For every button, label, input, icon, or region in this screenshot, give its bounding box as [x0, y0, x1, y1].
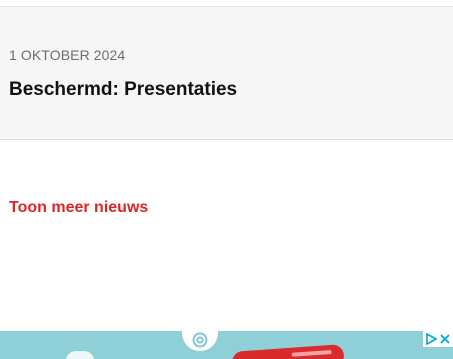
close-icon[interactable]: [439, 333, 451, 345]
news-card[interactable]: 1 OKTOBER 2024 Beschermd: Presentaties: [0, 6, 453, 140]
ad-info-icon[interactable]: [425, 333, 437, 345]
news-date: 1 OKTOBER 2024: [9, 47, 126, 63]
ad-graphic-shape: [66, 351, 94, 359]
news-title-link[interactable]: Beschermd: Presentaties: [9, 79, 237, 101]
ad-logo-icon: [182, 331, 218, 351]
ad-choices[interactable]: [423, 331, 453, 347]
show-more-news-link[interactable]: Toon meer nieuws: [9, 199, 148, 217]
ad-banner[interactable]: [0, 331, 453, 359]
ad-product-image: [231, 344, 345, 359]
page: 1 OKTOBER 2024 Beschermd: Presentaties T…: [0, 0, 453, 359]
